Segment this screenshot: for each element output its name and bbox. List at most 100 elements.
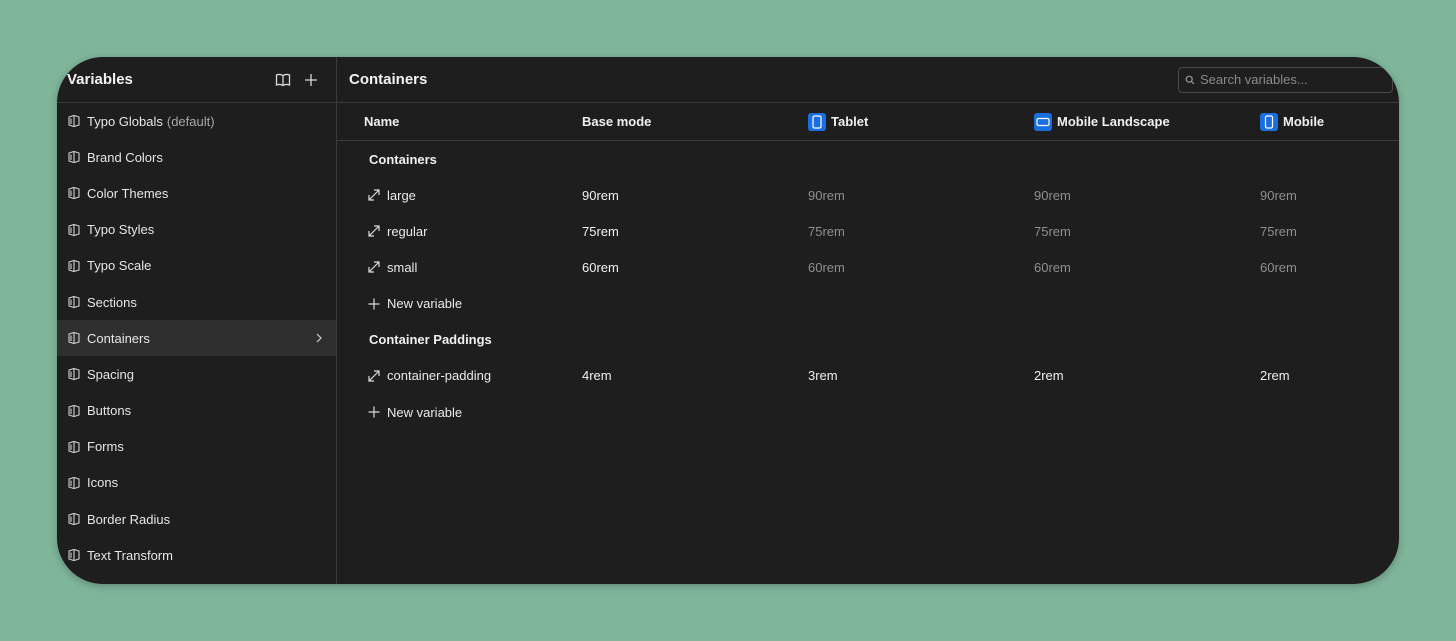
variable-name: container-padding xyxy=(387,368,492,384)
plus-icon xyxy=(368,298,380,310)
variable-name: large xyxy=(387,187,416,203)
collection-list: Typo Globals (default) Brand Colors Color… xyxy=(57,103,336,584)
sidebar-item-label: Typo Styles xyxy=(87,222,155,238)
collection-icon xyxy=(67,512,81,526)
sidebar-item-label: Icons xyxy=(87,475,119,491)
sidebar-item-label: Containers xyxy=(87,330,150,346)
table-header: Name Base mode Tablet Mobile Landscape M… xyxy=(337,103,1399,141)
variables-window: Variables Typo Globals (default) Brand Co… xyxy=(57,57,1399,584)
sidebar-item-spacing[interactable]: Spacing xyxy=(57,356,336,392)
search-box[interactable] xyxy=(1178,66,1393,93)
value-cell[interactable]: 75rem xyxy=(582,224,808,239)
value-cell[interactable]: 90rem xyxy=(582,188,808,203)
sidebar-item-label: Spacing xyxy=(87,366,134,382)
collection-icon xyxy=(67,259,81,273)
sidebar-item-text-transform[interactable]: Text Transform xyxy=(57,537,336,573)
sidebar-item-containers[interactable]: Containers xyxy=(57,320,336,357)
size-icon xyxy=(368,261,380,274)
value-cell[interactable]: 2rem xyxy=(1034,368,1260,383)
col-label: Tablet xyxy=(831,114,869,129)
value-cell[interactable]: 3rem xyxy=(808,368,1034,383)
sidebar-title: Variables xyxy=(67,71,133,88)
main-panel: Containers Name Base mode Tablet Mobile … xyxy=(337,57,1399,584)
new-variable-label: New variable xyxy=(387,296,463,312)
mobile-icon xyxy=(1260,112,1278,131)
value-cell[interactable]: 75rem xyxy=(1260,224,1399,239)
group-title: Containers xyxy=(369,151,437,167)
sidebar: Variables Typo Globals (default) Brand Co… xyxy=(57,57,337,584)
value-cell[interactable]: 60rem xyxy=(1260,260,1399,275)
value-cell[interactable]: 60rem xyxy=(582,260,808,275)
book-icon[interactable] xyxy=(274,71,292,89)
sidebar-item-icons[interactable]: Icons xyxy=(57,465,336,501)
sidebar-item-buttons[interactable]: Buttons xyxy=(57,393,336,429)
sidebar-item-label: Buttons xyxy=(87,403,132,419)
size-icon xyxy=(368,225,380,237)
search-input[interactable] xyxy=(1200,72,1380,87)
sidebar-item-label: Brand Colors xyxy=(87,149,163,165)
col-tablet[interactable]: Tablet xyxy=(808,112,1034,131)
col-base-mode[interactable]: Base mode xyxy=(582,114,808,129)
new-variable-label: New variable xyxy=(387,404,463,420)
sidebar-item-brand-colors[interactable]: Brand Colors xyxy=(57,139,336,175)
sidebar-item-forms[interactable]: Forms xyxy=(57,429,336,465)
value-cell[interactable]: 2rem xyxy=(1260,368,1399,383)
sidebar-header: Variables xyxy=(57,57,336,103)
plus-icon xyxy=(368,406,380,418)
collection-icon xyxy=(67,548,81,562)
page-title: Containers xyxy=(349,71,428,88)
value-cell[interactable]: 60rem xyxy=(808,260,1034,275)
col-label: Base mode xyxy=(582,114,652,129)
size-icon xyxy=(368,370,380,382)
collection-icon xyxy=(67,476,81,490)
tablet-icon xyxy=(808,112,826,131)
sidebar-item-label: Typo Globals xyxy=(87,113,163,129)
sidebar-item-color-themes[interactable]: Color Themes xyxy=(57,175,336,211)
variable-name: regular xyxy=(387,223,428,239)
collection-icon xyxy=(67,114,81,128)
sidebar-item-border-radius[interactable]: Border Radius xyxy=(57,501,336,537)
table-row[interactable]: large 90rem 90rem 90rem 90rem xyxy=(337,177,1399,213)
sidebar-item-label: Border Radius xyxy=(87,511,171,527)
search-icon xyxy=(1185,75,1195,84)
table-row[interactable]: regular 75rem 75rem 75rem 75rem xyxy=(337,213,1399,249)
value-cell[interactable]: 90rem xyxy=(808,188,1034,203)
collection-icon xyxy=(67,186,81,200)
col-label: Mobile xyxy=(1283,114,1325,129)
main-header: Containers xyxy=(337,57,1399,103)
table-row[interactable]: small 60rem 60rem 60rem 60rem xyxy=(337,249,1399,285)
col-label: Mobile Landscape xyxy=(1057,114,1170,129)
col-mobile[interactable]: Mobile xyxy=(1260,112,1399,131)
collection-icon xyxy=(67,150,81,164)
sidebar-item-typo-scale[interactable]: Typo Scale xyxy=(57,248,336,284)
collection-icon xyxy=(67,440,81,454)
sidebar-item-label: Forms xyxy=(87,439,124,455)
value-cell[interactable]: 90rem xyxy=(1034,188,1260,203)
plus-icon[interactable] xyxy=(302,71,320,89)
sidebar-item-label: Typo Scale xyxy=(87,258,152,274)
table-row[interactable]: container-padding 4rem 3rem 2rem 2rem xyxy=(337,358,1399,394)
value-cell[interactable]: 75rem xyxy=(1034,224,1260,239)
variable-name: small xyxy=(387,259,418,275)
collection-icon xyxy=(67,404,81,418)
col-name: Name xyxy=(364,114,400,129)
value-cell[interactable]: 60rem xyxy=(1034,260,1260,275)
sidebar-item-label: Color Themes xyxy=(87,185,169,201)
new-variable-button[interactable]: New variable xyxy=(337,394,1399,430)
collection-icon xyxy=(67,367,81,381)
mobile-landscape-icon xyxy=(1034,112,1052,131)
value-cell[interactable]: 4rem xyxy=(582,368,808,383)
sidebar-item-sections[interactable]: Sections xyxy=(57,284,336,320)
sidebar-item-typo-globals[interactable]: Typo Globals (default) xyxy=(57,103,336,139)
chevron-right-icon xyxy=(314,332,324,344)
value-cell[interactable]: 75rem xyxy=(808,224,1034,239)
sidebar-item-label: Sections xyxy=(87,294,137,310)
collection-icon xyxy=(67,331,81,345)
size-icon xyxy=(368,189,380,201)
group-title: Container Paddings xyxy=(369,332,492,348)
col-mobile-landscape[interactable]: Mobile Landscape xyxy=(1034,112,1260,131)
collection-icon xyxy=(67,295,81,309)
new-variable-button[interactable]: New variable xyxy=(337,286,1399,322)
sidebar-item-typo-styles[interactable]: Typo Styles xyxy=(57,212,336,248)
value-cell[interactable]: 90rem xyxy=(1260,188,1399,203)
